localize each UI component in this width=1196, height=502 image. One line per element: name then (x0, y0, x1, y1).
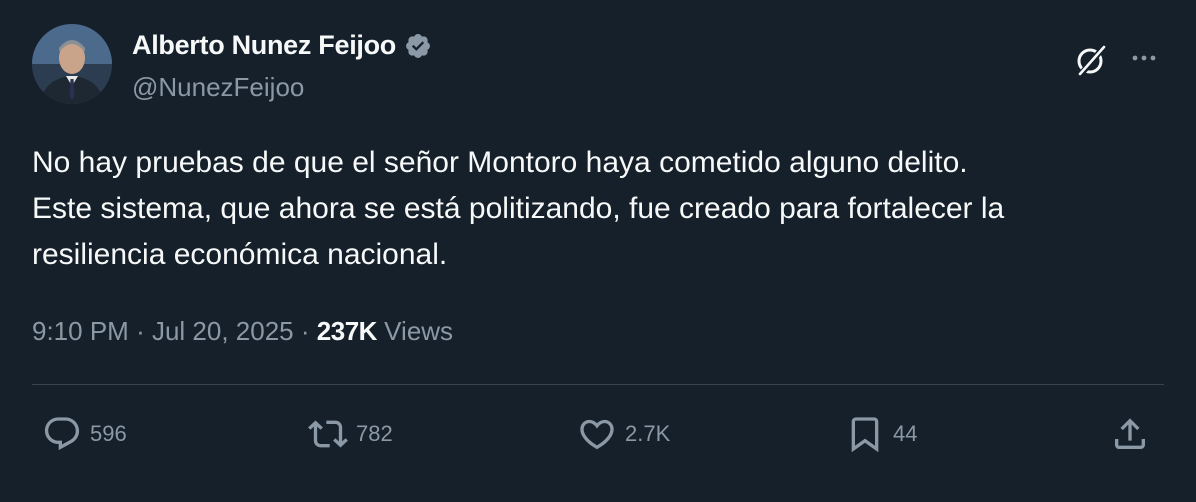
avatar[interactable] (32, 24, 112, 104)
bookmark-button[interactable]: 44 (845, 414, 917, 454)
reply-button[interactable]: 596 (42, 414, 127, 454)
reply-count: 596 (90, 421, 127, 446)
tweet-date[interactable]: Jul 20, 2025 (152, 316, 294, 346)
share-icon (1115, 418, 1145, 449)
reply-icon (44, 417, 80, 451)
meta-separator: · (136, 316, 145, 346)
heart-icon (580, 419, 614, 450)
bookmark-icon (851, 417, 879, 453)
share-button[interactable] (1110, 414, 1150, 454)
avatar-image (32, 24, 112, 104)
verified-badge-icon[interactable] (404, 32, 432, 60)
like-count: 2.7K (625, 421, 671, 446)
more-icon[interactable] (1126, 40, 1162, 76)
author-name-row[interactable]: Alberto Nunez Feijoo (132, 30, 432, 61)
meta-separator: · (300, 316, 310, 346)
tweet-time[interactable]: 9:10 PM (32, 316, 129, 346)
grok-icon[interactable] (1073, 42, 1109, 78)
author-display-name[interactable]: Alberto Nunez Feijoo (132, 30, 396, 61)
tweet-text-line: Este sistema, que ahora se está politiza… (32, 192, 1005, 225)
retweet-button[interactable]: 782 (308, 414, 393, 454)
views-count[interactable]: 237K (317, 316, 378, 346)
tweet-text-line: resiliencia económica nacional. (32, 238, 448, 271)
tweet-text-line: No hay pruebas de que el señor Montoro h… (32, 146, 968, 179)
views-label: Views (384, 316, 454, 346)
tweet-card: Alberto Nunez Feijoo @NunezFeijoo No hay… (0, 0, 1196, 502)
bookmark-count: 44 (893, 421, 918, 446)
retweet-icon (308, 420, 348, 448)
divider (32, 384, 1164, 385)
tweet-text: No hay pruebas de que el señor Montoro h… (32, 140, 1172, 278)
retweet-count: 782 (356, 421, 393, 446)
author-handle[interactable]: @NunezFeijoo (132, 72, 304, 103)
tweet-meta: 9:10 PM · Jul 20, 2025 · 237K Views (32, 316, 453, 347)
like-button[interactable]: 2.7K (577, 414, 670, 454)
